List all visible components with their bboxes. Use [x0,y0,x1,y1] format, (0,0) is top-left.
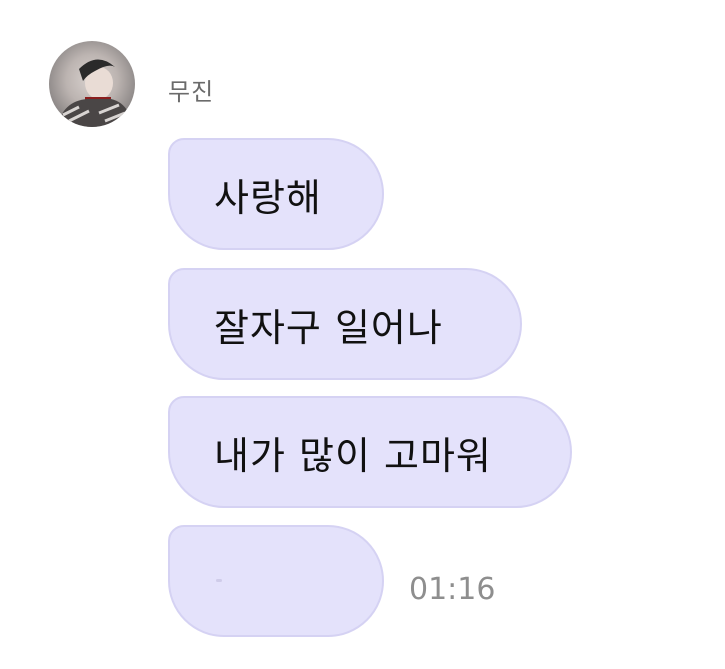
message-bubble[interactable]: 내가 많이 고마워 [168,396,572,508]
profile-photo-icon [57,59,133,127]
message-bubble[interactable]: 사랑해 [168,138,384,250]
sender-name: 무진 [168,78,215,106]
message-bubble[interactable] [168,525,384,637]
sender-avatar[interactable] [49,41,135,127]
message-text: 사랑해 [214,175,322,220]
message-bubble[interactable]: 잘자구 일어나 [168,268,522,380]
message-text: 잘자구 일어나 [214,305,443,350]
blurred-content [216,579,222,582]
message-text: 내가 많이 고마워 [214,433,492,478]
message-timestamp: 01:16 [409,572,496,607]
